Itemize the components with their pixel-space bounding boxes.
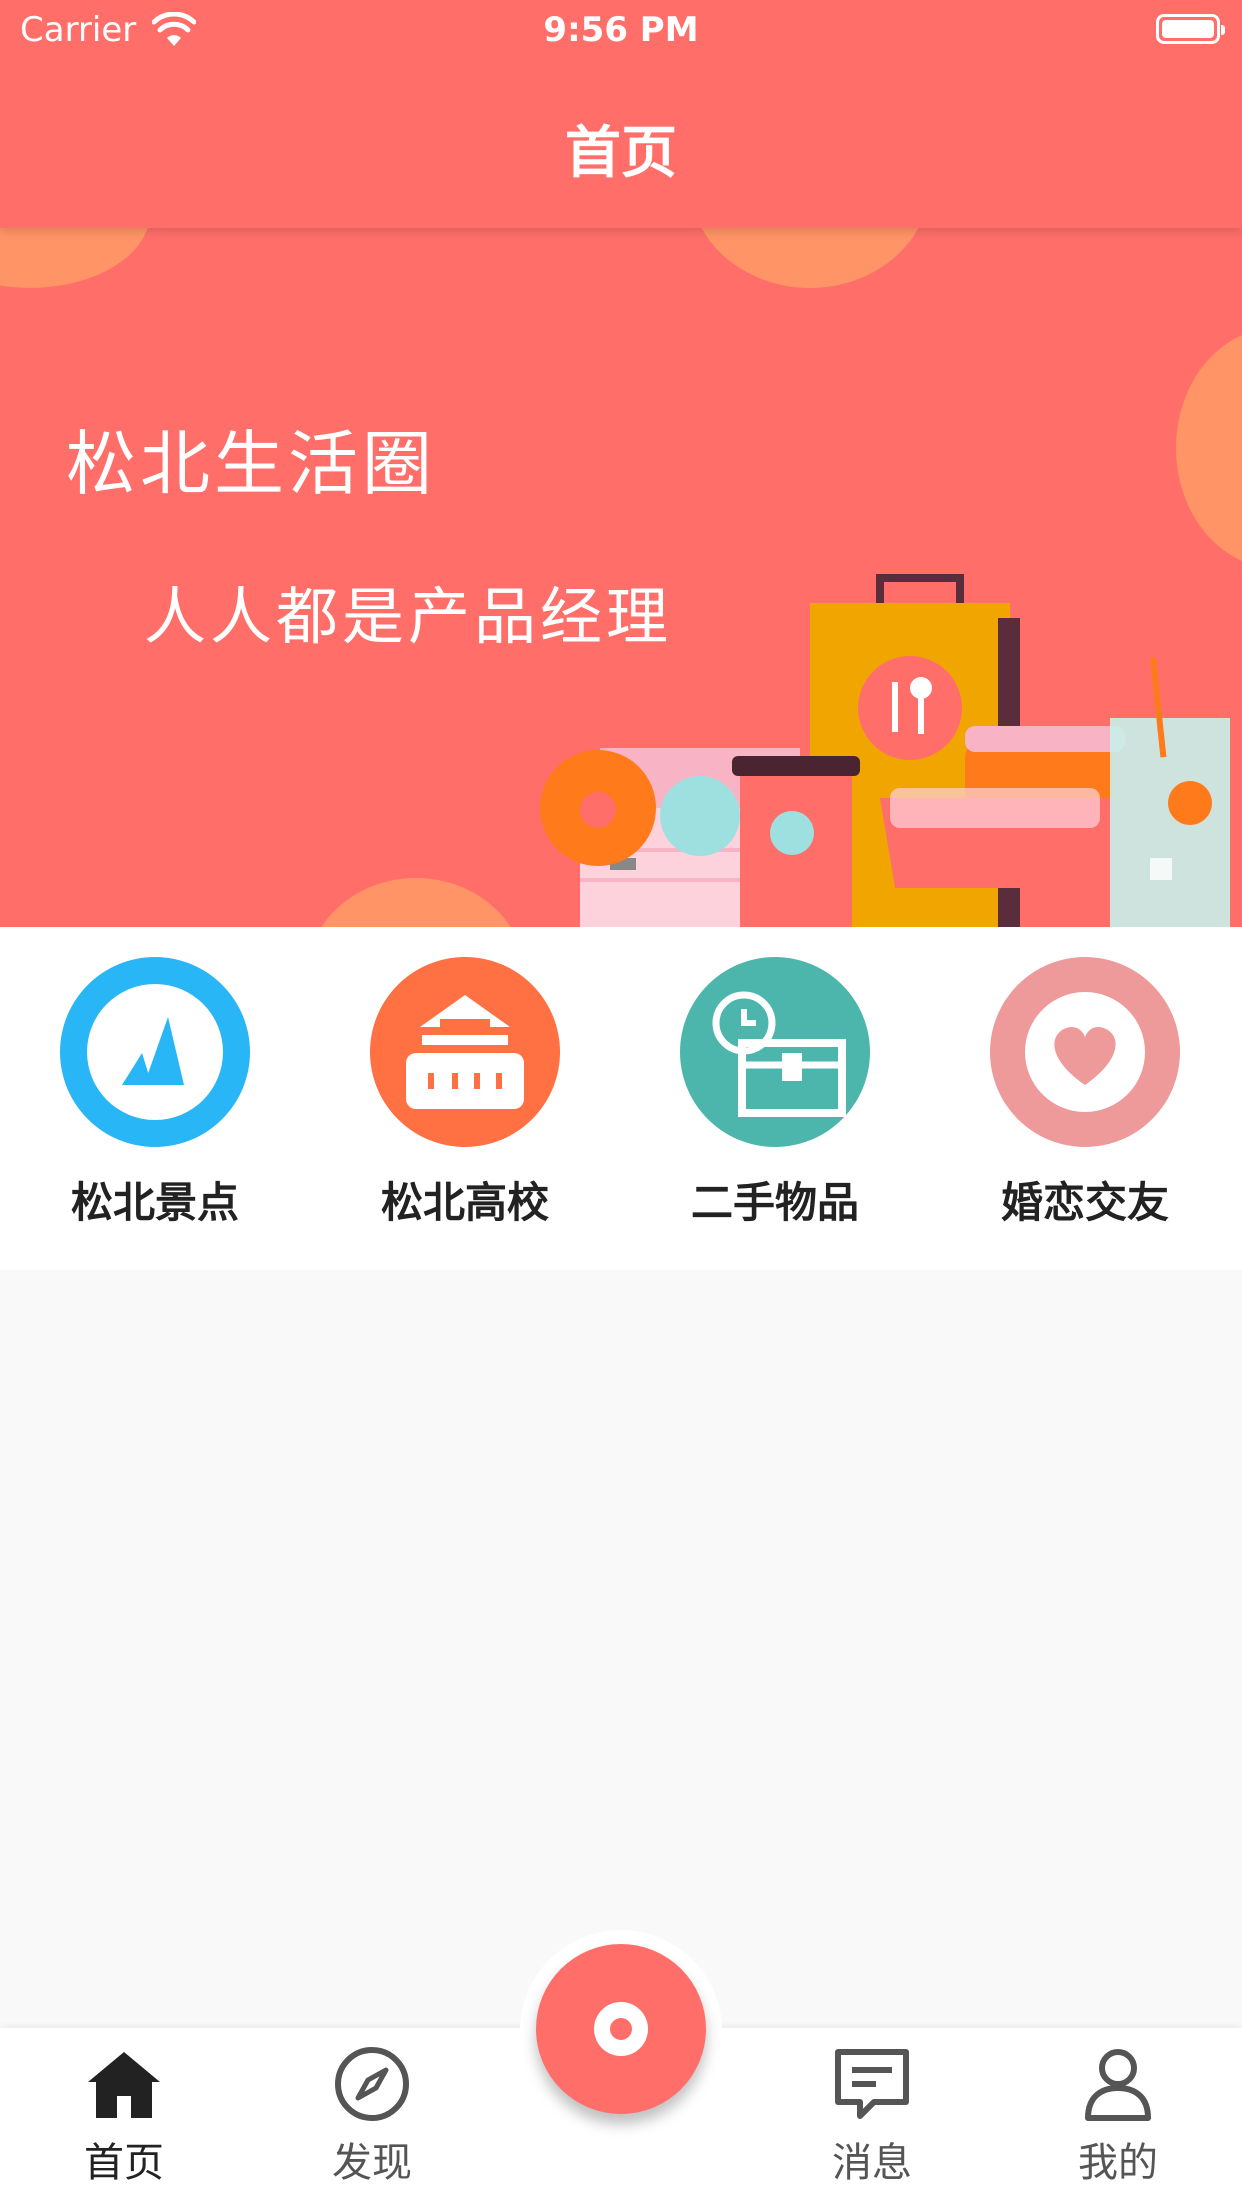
home-icon (88, 2052, 160, 2118)
box-clock-icon (680, 957, 870, 1147)
category-label: 松北景点 (70, 1178, 239, 1227)
banner-decor-circle (0, 228, 150, 288)
category-label: 二手物品 (690, 1178, 859, 1227)
category-secondhand[interactable]: 二手物品 (620, 957, 930, 1230)
tab-home[interactable]: 首页 (24, 2044, 224, 2188)
banner[interactable]: 松北生活圈 人人都是产品经理 (0, 228, 1242, 927)
top-bar: Carrier 9:56 PM 首页 (0, 0, 1242, 228)
compass-icon (335, 2047, 409, 2121)
banner-decor-circle (306, 878, 526, 927)
message-icon (835, 2049, 909, 2119)
category-university[interactable]: 松北高校 (310, 957, 620, 1230)
mountain-icon (60, 957, 250, 1147)
tab-label: 发现 (332, 2140, 412, 2186)
tab-profile[interactable]: 我的 (1018, 2044, 1218, 2188)
category-scenic[interactable]: 松北景点 (0, 957, 310, 1230)
school-icon (370, 957, 560, 1147)
tab-messages[interactable]: 消息 (772, 2044, 972, 2188)
page-title: 首页 (565, 121, 677, 186)
status-time: 9:56 PM (543, 10, 699, 50)
category-label: 婚恋交友 (1000, 1178, 1169, 1227)
food-illustration (540, 574, 1230, 927)
battery-icon (1156, 14, 1225, 44)
tab-label: 首页 (84, 2140, 164, 2186)
banner-decor-circle (1176, 328, 1242, 568)
tab-label: 消息 (832, 2140, 912, 2186)
status-bar: Carrier 9:56 PM (0, 0, 1242, 62)
heart-icon (990, 957, 1180, 1147)
tab-discover[interactable]: 发现 (272, 2044, 472, 2188)
banner-title: 松北生活圈 (66, 423, 436, 505)
banner-decor-circle (690, 228, 930, 288)
tab-label: 我的 (1078, 2140, 1158, 2186)
user-icon (1085, 2049, 1151, 2121)
record-icon[interactable] (536, 1944, 706, 2114)
category-dating[interactable]: 婚恋交友 (930, 957, 1240, 1230)
category-grid: 松北景点 松北高校 二手物品 婚恋交友 (0, 927, 1242, 1270)
category-label: 松北高校 (380, 1178, 549, 1227)
